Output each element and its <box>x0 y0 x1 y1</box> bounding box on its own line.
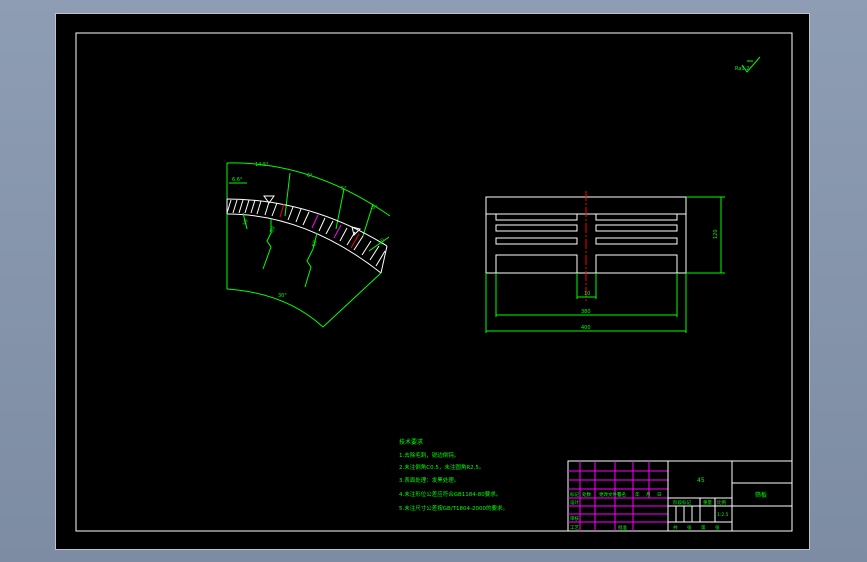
sector-view: 14.5° 6° 5° 5° 6.6° 30° 60 60 10 10 <box>226 162 391 328</box>
roughness-label: Ra3.2 <box>735 66 749 72</box>
front-overall-width-dim: 400 <box>581 325 591 331</box>
header-day: 日 <box>657 492 662 498</box>
row-approve: 批准 <box>618 524 627 531</box>
sector-angle-4: 5° <box>372 205 378 211</box>
cad-drawing: Ra3.2 14.5° 6° 5° 5° 6.6° 30° 60 60 10 1… <box>75 32 793 532</box>
note-3: 3.表面处理：发黑处理。 <box>399 476 459 484</box>
technical-notes: 技术要求 1.去除毛刺，锐边倒钝。 2.未注倒角C0.5，未注圆角R2.5。 3… <box>399 438 508 512</box>
notes-heading: 技术要求 <box>399 438 423 446</box>
sector-bottom-arc <box>226 288 324 328</box>
sector-bottom-angle: 30° <box>278 293 287 299</box>
roughness-symbol: Ra3.2 <box>735 56 761 73</box>
front-view: 120 10 380 400 <box>485 191 725 333</box>
sector-dim-1: 60 <box>269 226 276 234</box>
note-5: 5.未注尺寸公差按GB/T1804-2000的要求。 <box>399 504 508 512</box>
weight-label: 重量 <box>703 499 712 506</box>
title-block: 45 筛板 标记 处数 更改文件号 签名 年 月 日 设计 审核 工艺 批准 阶… <box>567 460 793 532</box>
row-review: 审核 <box>570 515 579 522</box>
sector-dim-3: 10 <box>242 219 249 227</box>
note-4: 4.未注形位公差应符合GB1184-80要求。 <box>399 490 501 498</box>
drawing-viewport[interactable]: Ra3.2 14.5° 6° 5° 5° 6.6° 30° 60 60 10 1… <box>55 13 810 550</box>
sector-angle-3: 5° <box>341 186 347 192</box>
sector-dim-arc <box>226 162 391 217</box>
front-slot-dim: 10 <box>584 291 590 297</box>
note-1: 1.去除毛刺，锐边倒钝。 <box>399 451 459 459</box>
front-inner-width-dim: 380 <box>581 309 591 315</box>
sector-dim-2: 60 <box>311 240 318 248</box>
header-year: 年 <box>635 491 640 498</box>
sector-small-angle: 6.6° <box>232 177 243 183</box>
sheet-unit-1: 张 <box>687 524 692 531</box>
stage-mark-label: 阶段标记 <box>673 499 691 506</box>
scale-label: 比例 <box>717 499 726 506</box>
scale-value: 1:2.5 <box>717 512 729 518</box>
front-height-dim: 120 <box>713 229 719 239</box>
sector-angle-2: 6° <box>307 173 313 179</box>
sector-outer-arc <box>226 198 388 247</box>
material-label: 45 <box>697 477 705 484</box>
header-count: 处数 <box>582 491 591 498</box>
note-2: 2.未注倒角C0.5，未注圆角R2.5。 <box>399 463 484 471</box>
sector-marker-2 <box>351 226 361 236</box>
row-process: 工艺 <box>570 525 579 531</box>
sheet-total: 共 <box>673 524 678 531</box>
row-design: 设计 <box>570 499 579 506</box>
header-mark: 标记 <box>570 491 579 498</box>
header-sign: 签名 <box>617 491 626 498</box>
drawing-name: 筛板 <box>755 491 767 499</box>
sheet-unit-2: 张 <box>715 524 720 531</box>
header-month: 月 <box>646 492 651 498</box>
sector-angle-1: 14.5° <box>255 162 269 168</box>
sheet-no: 第 <box>701 524 706 531</box>
